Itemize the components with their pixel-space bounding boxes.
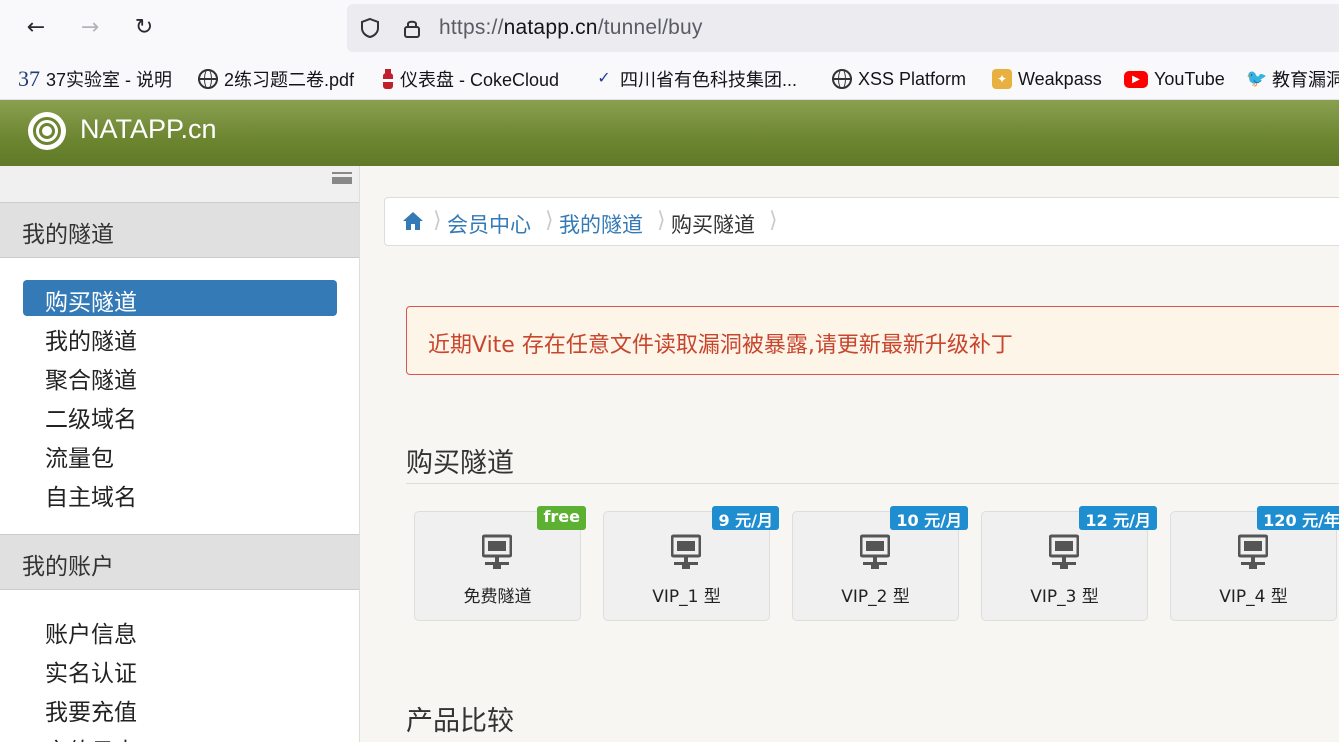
price-badge: 120 元/年 xyxy=(1257,506,1339,530)
breadcrumb-my-tunnels[interactable]: 我的隧道 xyxy=(559,209,643,239)
globe-icon xyxy=(832,69,852,89)
product-card[interactable]: free 免费隧道 xyxy=(414,506,586,621)
bookmark-cokecloud[interactable]: 仪表盘 - CokeCloud xyxy=(382,66,559,92)
bookmark-weakpass[interactable]: ✦ Weakpass xyxy=(992,66,1102,92)
home-icon[interactable] xyxy=(402,210,424,232)
flame-logo-icon: ✓ xyxy=(597,70,611,87)
coke-bottle-icon xyxy=(382,69,394,89)
menu-toggle-icon[interactable] xyxy=(332,172,352,184)
breadcrumb-member-center[interactable]: 会员中心 xyxy=(447,209,531,239)
bookmark-label: Weakpass xyxy=(1018,68,1102,89)
bookmark-sichuan[interactable]: ✓ 四川省有色科技集团... xyxy=(594,66,797,92)
sidebar-item-subdomains[interactable]: 二级域名 xyxy=(23,397,337,433)
product-card[interactable]: 9 元/月 VIP_1 型 xyxy=(603,506,779,621)
product-name: VIP_3 型 xyxy=(1030,587,1099,607)
vite-vulnerability-alert: 近期Vite 存在任意文件读取漏洞被暴露,请更新最新升级补丁 xyxy=(406,306,1339,375)
globe-icon xyxy=(198,69,218,89)
network-server-icon xyxy=(671,534,701,569)
bookmark-label: 教育漏洞 xyxy=(1272,70,1339,90)
back-arrow-icon[interactable]: ← xyxy=(22,14,50,42)
product-compare-heading: 产品比较 xyxy=(406,706,514,737)
network-server-icon xyxy=(860,534,890,569)
bird-icon: 🐦 xyxy=(1246,69,1268,88)
breadcrumb-separator: ⟩ xyxy=(769,208,778,233)
url-path: /tunnel/buy xyxy=(597,16,703,39)
bookmark-label: XSS Platform xyxy=(858,68,967,89)
price-badge: 12 元/月 xyxy=(1079,506,1157,530)
natapp-logo-icon[interactable] xyxy=(28,112,66,150)
sidebar-toolbar xyxy=(0,166,359,202)
bookmark-label: 四川省有色科技集团... xyxy=(620,70,798,90)
sidebar-item-aggregate-tunnels[interactable]: 聚合隧道 xyxy=(23,358,337,394)
breadcrumb-separator: ⟩ xyxy=(433,208,442,233)
sidebar-section-account[interactable]: 我的账户 xyxy=(0,534,359,590)
breadcrumb-separator: ⟩ xyxy=(545,208,554,233)
sidebar-item-my-tunnels[interactable]: 我的隧道 xyxy=(23,319,337,355)
price-badge: free xyxy=(537,506,586,530)
bookmark-youtube[interactable]: ▶ YouTube xyxy=(1124,66,1225,92)
sidebar-item-recharge-log[interactable]: 充值日志 xyxy=(23,729,337,742)
bookmark-xss[interactable]: XSS Platform xyxy=(832,66,966,92)
price-badge: 9 元/月 xyxy=(712,506,779,530)
37-logo-icon: 37 xyxy=(18,66,40,91)
product-name: 免费隧道 xyxy=(463,587,532,607)
product-card[interactable]: 12 元/月 VIP_3 型 xyxy=(981,506,1157,621)
sidebar: 我的隧道 购买隧道 我的隧道 聚合隧道 二级域名 流量包 自主域名 我的账户 账… xyxy=(0,166,360,742)
bookmark-label: 仪表盘 - CokeCloud xyxy=(400,70,560,90)
network-server-icon xyxy=(1049,534,1079,569)
breadcrumb-separator: ⟩ xyxy=(657,208,666,233)
sidebar-item-buy-tunnel[interactable]: 购买隧道 xyxy=(23,280,337,316)
sidebar-item-recharge[interactable]: 我要充值 xyxy=(23,690,337,726)
bookmark-label: 37实验室 - 说明 xyxy=(46,70,173,90)
brand-name[interactable]: NATAPP.cn xyxy=(80,114,217,145)
bookmark-label: 2练习题二卷.pdf xyxy=(224,70,355,90)
buy-tunnel-heading: 购买隧道 xyxy=(406,448,514,479)
youtube-icon: ▶ xyxy=(1124,70,1148,88)
product-card[interactable]: 10 元/月 VIP_2 型 xyxy=(792,506,968,621)
reload-icon[interactable]: ↻ xyxy=(130,14,158,42)
sidebar-item-account-info[interactable]: 账户信息 xyxy=(23,612,337,648)
sidebar-item-traffic-packs[interactable]: 流量包 xyxy=(23,436,337,472)
bookmark-pdf[interactable]: 2练习题二卷.pdf xyxy=(198,66,354,92)
breadcrumb-current: 购买隧道 xyxy=(671,213,755,237)
bookmark-label: YouTube xyxy=(1154,68,1225,89)
forward-arrow-icon[interactable]: → xyxy=(76,14,104,42)
bookmarks-bar: 37 37实验室 - 说明 2练习题二卷.pdf 仪表盘 - CokeCloud… xyxy=(0,58,1339,100)
url-scheme: https:// xyxy=(439,16,504,39)
sidebar-item-realname[interactable]: 实名认证 xyxy=(23,651,337,687)
network-server-icon xyxy=(482,534,512,569)
bookmark-37lab[interactable]: 37 37实验室 - 说明 xyxy=(18,66,172,92)
url-host: natapp.cn xyxy=(503,16,598,39)
browser-toolbar: ← → ↻ https://natapp.cn/tunnel/buy xyxy=(0,0,1339,58)
breadcrumb: ⟩ 会员中心 ⟩ 我的隧道 ⟩ 购买隧道 ⟩ xyxy=(384,197,1339,246)
product-card[interactable]: 120 元/年 VIP_4 型 xyxy=(1170,506,1339,621)
product-name: VIP_2 型 xyxy=(841,587,910,607)
weakpass-icon: ✦ xyxy=(992,69,1012,89)
price-badge: 10 元/月 xyxy=(890,506,968,530)
sidebar-item-custom-domain[interactable]: 自主域名 xyxy=(23,475,337,511)
lock-icon[interactable] xyxy=(401,17,423,39)
product-name: VIP_4 型 xyxy=(1219,587,1288,607)
shield-icon[interactable] xyxy=(359,17,381,39)
product-name: VIP_1 型 xyxy=(652,587,721,607)
heading-divider xyxy=(406,483,1339,484)
sidebar-section-tunnels[interactable]: 我的隧道 xyxy=(0,202,359,258)
bookmark-edu[interactable]: 🐦 教育漏洞 xyxy=(1246,66,1339,92)
network-server-icon xyxy=(1238,534,1268,569)
address-bar[interactable]: https://natapp.cn/tunnel/buy xyxy=(347,4,1339,52)
url-text: https://natapp.cn/tunnel/buy xyxy=(439,16,703,40)
